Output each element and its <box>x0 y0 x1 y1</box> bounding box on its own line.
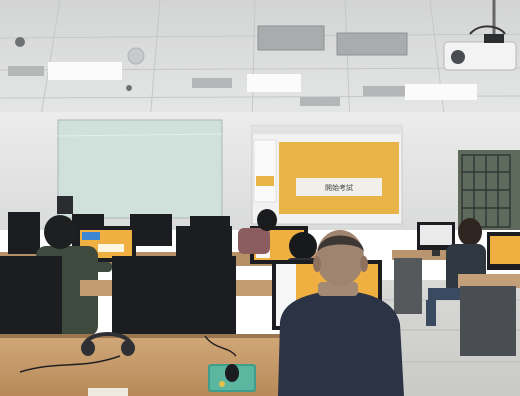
projected-slide: 開始考試 <box>251 125 403 225</box>
projected-start-button-label: 開始考試 <box>325 183 353 192</box>
air-vent <box>8 66 44 76</box>
right-cabinet <box>394 258 422 314</box>
speaker <box>127 47 145 65</box>
blank-paper <box>88 388 128 396</box>
air-vent <box>192 78 232 88</box>
sprinkler <box>126 85 132 91</box>
sprinkler <box>15 37 25 47</box>
monitor-exam-screen-right <box>487 232 520 270</box>
right-near-cabinet <box>460 286 516 356</box>
air-vent <box>300 97 340 106</box>
computer-mouse <box>225 364 239 382</box>
air-vent <box>363 86 405 96</box>
air-vent <box>336 32 408 56</box>
ceiling-light <box>247 74 301 92</box>
ceiling <box>0 0 520 123</box>
computer-classroom-photo: 開始考試 <box>0 0 520 396</box>
ceiling-light <box>405 84 477 100</box>
air-vent <box>257 25 325 51</box>
ceiling-light <box>48 62 122 80</box>
right-near-desk <box>458 274 520 288</box>
